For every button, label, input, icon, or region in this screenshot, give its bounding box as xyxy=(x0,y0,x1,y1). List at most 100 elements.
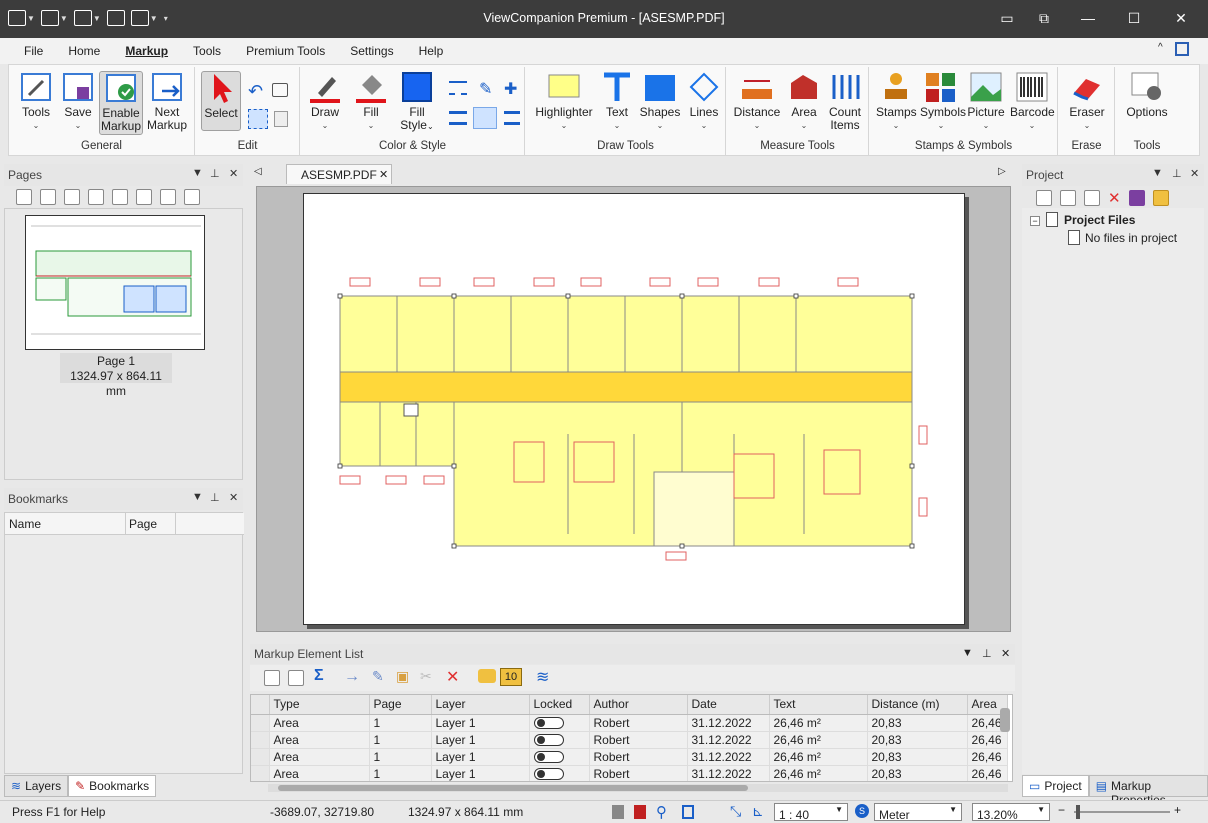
eyedropper-icon[interactable]: ✎ xyxy=(479,79,497,98)
project-add-icon[interactable] xyxy=(1036,190,1052,206)
go-to-icon[interactable]: → xyxy=(344,668,360,686)
close-button[interactable]: ✕ xyxy=(1169,6,1193,30)
col-date[interactable]: Date xyxy=(687,695,770,715)
magnifier-icon[interactable]: ⚲ xyxy=(656,803,667,821)
line-style-icon[interactable] xyxy=(449,81,467,95)
delete-icon[interactable]: ✕ xyxy=(446,667,459,687)
locked-toggle[interactable] xyxy=(533,717,564,730)
locked-toggle[interactable] xyxy=(533,734,564,747)
tab-markup-properties[interactable]: ▤Markup Properties xyxy=(1088,775,1208,807)
panel-menu-icon[interactable]: ▼ xyxy=(962,647,973,659)
table-row[interactable]: Area 1 Layer 1 Robert 31.12.2022 26,46 m… xyxy=(251,731,1008,749)
next-markup-button[interactable]: Next Markup xyxy=(145,71,189,132)
symbols-button[interactable]: Symbols ⌄ xyxy=(920,71,966,132)
table-row[interactable]: Area 1 Layer 1 Robert 31.12.2022 26,46 m… xyxy=(251,765,1008,781)
menu-tools[interactable]: Tools xyxy=(183,38,231,64)
ribbon-layout-icon[interactable] xyxy=(1175,42,1189,56)
fit-page-icon[interactable] xyxy=(682,805,694,819)
tools-button[interactable]: Tools ⌄ xyxy=(17,71,55,132)
zoom-slider[interactable] xyxy=(1074,805,1170,819)
horizontal-scrollbar[interactable] xyxy=(268,784,1008,792)
lines-button[interactable]: Lines ⌄ xyxy=(686,71,722,132)
menu-premium-tools[interactable]: Premium Tools xyxy=(236,38,335,64)
lock-icon[interactable]: ▣ xyxy=(396,668,409,685)
table-row[interactable]: Area 1 Layer 1 Robert 31.12.2022 26,46 m… xyxy=(251,714,1008,732)
column-page[interactable]: Page xyxy=(129,517,157,531)
page-add-icon[interactable] xyxy=(64,189,80,205)
line-width-icon[interactable] xyxy=(449,111,467,125)
vertical-scrollbar-thumb[interactable] xyxy=(1000,708,1010,732)
select-area-icon[interactable] xyxy=(248,109,268,129)
locked-toggle[interactable] xyxy=(533,751,564,764)
pin-icon[interactable]: ⊥ xyxy=(210,491,220,504)
tab-project[interactable]: ▭ Project xyxy=(1022,775,1089,797)
col-layer[interactable]: Layer xyxy=(431,695,530,715)
close-panel-icon[interactable]: ✕ xyxy=(1190,167,1199,180)
menu-help[interactable]: Help xyxy=(409,38,454,64)
zoom-select[interactable]: 13.20% ▼ xyxy=(972,803,1050,822)
zoom-in-button[interactable]: + xyxy=(1174,803,1181,817)
tab-layers[interactable]: ≋ Layers xyxy=(4,775,69,797)
page-thumbnail[interactable] xyxy=(25,215,205,350)
pin-icon[interactable]: ⊥ xyxy=(210,167,220,180)
menu-settings[interactable]: Settings xyxy=(340,38,403,64)
zoom-out-button[interactable]: − xyxy=(1058,803,1065,817)
area-button[interactable]: Area ⌄ xyxy=(787,71,821,132)
comment-icon[interactable] xyxy=(272,83,288,97)
maximize-button[interactable]: ☐ xyxy=(1122,6,1146,30)
fill-button[interactable]: Fill ⌄ xyxy=(353,71,389,132)
close-panel-icon[interactable]: ✕ xyxy=(1001,647,1010,660)
enable-markup-button[interactable]: Enable Markup xyxy=(99,71,143,135)
options-button[interactable]: Options xyxy=(1122,71,1172,119)
sum-icon[interactable]: Σ xyxy=(314,667,324,685)
unlink-icon[interactable]: ✂ xyxy=(420,668,432,685)
scale-icon[interactable]: ⊾ xyxy=(752,803,764,820)
text-button[interactable]: Text ⌄ xyxy=(600,71,634,132)
tab-bookmarks[interactable]: ✎ Bookmarks xyxy=(68,775,157,797)
col-author[interactable]: Author xyxy=(589,695,688,715)
restore-layout-button[interactable]: ▭ xyxy=(995,6,1019,30)
col-type[interactable]: Type xyxy=(269,695,370,715)
project-remove-icon[interactable]: ✕ xyxy=(1108,189,1121,207)
col-page[interactable]: Page xyxy=(369,695,432,715)
close-panel-icon[interactable]: ✕ xyxy=(229,167,238,180)
stamps-button[interactable]: Stamps ⌄ xyxy=(876,71,917,132)
picture-button[interactable]: Picture ⌄ xyxy=(966,71,1006,132)
page-copy-icon[interactable] xyxy=(40,189,56,205)
locked-toggle[interactable] xyxy=(533,768,564,781)
minimize-button[interactable]: — xyxy=(1076,6,1100,30)
shapes-button[interactable]: Shapes ⌄ xyxy=(638,71,682,132)
page-rotate-left-icon[interactable] xyxy=(136,189,152,205)
draw-button[interactable]: Draw ⌄ xyxy=(307,71,343,132)
close-panel-icon[interactable]: ✕ xyxy=(229,491,238,504)
scale-select[interactable]: 1 : 40 ▼ xyxy=(774,803,848,822)
tab-scroll-left-icon[interactable]: ◁ xyxy=(254,166,262,177)
panel-menu-icon[interactable]: ▼ xyxy=(192,167,203,179)
export-excel-icon[interactable] xyxy=(288,670,304,686)
highlight-toggle-icon[interactable] xyxy=(478,669,496,683)
col-distance[interactable]: Distance (m) xyxy=(867,695,968,715)
project-new-icon[interactable] xyxy=(1084,190,1100,206)
count-badge[interactable]: 10 xyxy=(500,668,522,686)
panel-menu-icon[interactable]: ▼ xyxy=(1152,167,1163,179)
document-view[interactable] xyxy=(256,186,1011,632)
fullscreen-button[interactable]: ⧉ xyxy=(1032,6,1056,30)
eraser-button[interactable]: Eraser ⌄ xyxy=(1065,71,1109,132)
page-rotate-right-icon[interactable] xyxy=(160,189,176,205)
scrollbar-thumb[interactable] xyxy=(278,785,748,791)
pdf-icon[interactable] xyxy=(634,805,646,819)
close-tab-icon[interactable]: ✕ xyxy=(379,168,388,181)
page-mode-icon[interactable] xyxy=(612,805,624,819)
menu-markup[interactable]: Markup xyxy=(115,38,178,64)
snap-icon[interactable]: ⤡ xyxy=(730,803,741,820)
pin-icon[interactable]: ⊥ xyxy=(1172,167,1182,180)
pin-icon[interactable]: ⊥ xyxy=(982,647,992,660)
page-label[interactable]: Page 1 1324.97 x 864.11 mm xyxy=(60,353,172,398)
format-painter-icon[interactable]: ✚ xyxy=(504,79,520,98)
page-properties-icon[interactable] xyxy=(184,189,200,205)
project-refresh-icon[interactable] xyxy=(1060,190,1076,206)
undo-icon[interactable]: ↶ xyxy=(248,81,266,101)
list-properties-icon[interactable] xyxy=(264,670,280,686)
col-text[interactable]: Text xyxy=(769,695,868,715)
save-button[interactable]: Save ⌄ xyxy=(59,71,97,132)
